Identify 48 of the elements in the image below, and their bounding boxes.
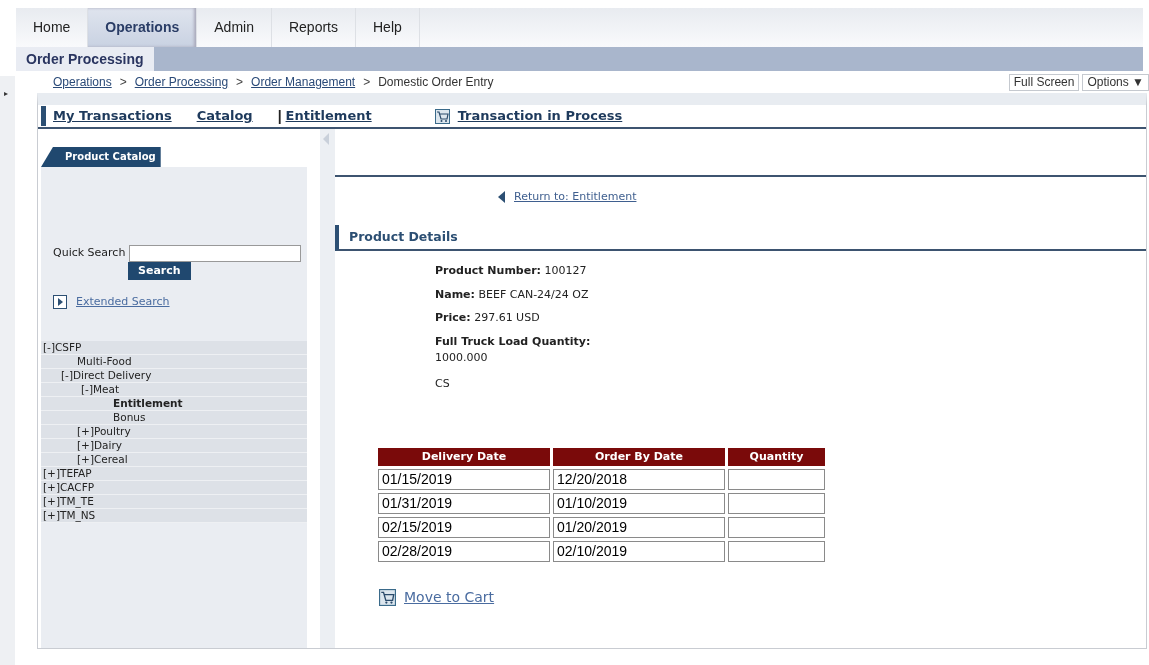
detail-text: Product Number: 100127	[435, 263, 588, 280]
quantity-field[interactable]	[728, 517, 825, 539]
date-field[interactable]: 02/15/2019	[378, 517, 550, 539]
search-button[interactable]: Search	[128, 262, 191, 280]
options-menu-button[interactable]: Options ▼	[1082, 73, 1149, 91]
return-link[interactable]: Return to: Entitlement	[514, 189, 637, 206]
column-header: Quantity	[728, 448, 825, 467]
quantity-field[interactable]	[728, 541, 825, 563]
cart-icon	[379, 589, 396, 607]
panel-tab[interactable]: Product Catalog	[41, 147, 161, 167]
nav-link[interactable]: Catalog	[196, 106, 253, 126]
back-arrow-icon[interactable]	[498, 191, 505, 204]
search-field[interactable]	[129, 245, 302, 262]
breadcrumb-text: Domestic Order Entry	[378, 74, 494, 91]
section-title: Product Details	[335, 224, 1146, 252]
breadcrumb-separator: >	[236, 74, 244, 91]
unit-text: CS	[435, 375, 451, 392]
cart-icon	[434, 108, 450, 124]
detail-text: Price: 297.61 USD	[435, 310, 541, 327]
detail-text: Name: BEEF CAN-24/24 OZ	[435, 286, 590, 303]
breadcrumb-link[interactable]: Operations	[53, 73, 112, 91]
move-to-cart-link[interactable]: Move to Cart	[404, 587, 495, 609]
quantity-field[interactable]	[728, 493, 825, 515]
date-field[interactable]: 01/15/2019	[378, 469, 550, 491]
sub-tab[interactable]: Order Processing	[16, 47, 154, 71]
quantity-field[interactable]	[728, 469, 825, 491]
separator-text: |	[277, 106, 282, 126]
field-label: Quick Search	[53, 245, 126, 262]
date-field[interactable]: 01/31/2019	[378, 493, 550, 515]
date-field[interactable]: 12/20/2018	[553, 469, 725, 491]
date-field[interactable]: 02/28/2019	[378, 541, 550, 563]
expand-arrow-icon[interactable]: ▸	[4, 90, 8, 98]
date-field[interactable]: 01/10/2019	[553, 493, 725, 515]
date-field[interactable]: 02/10/2019	[553, 541, 725, 563]
tree-item[interactable]: [-]CSFP	[41, 340, 307, 355]
date-field[interactable]: 01/20/2019	[553, 517, 725, 539]
nav-link[interactable]: Entitlement	[285, 106, 372, 126]
nav-link[interactable]: Transaction in Process	[457, 106, 623, 126]
column-header: Order By Date	[553, 448, 725, 467]
breadcrumb-separator: >	[363, 74, 371, 91]
detail-text: Full Truck Load Quantity: 1000.000	[435, 333, 592, 366]
column-header: Delivery Date	[378, 448, 550, 467]
full-screen-button[interactable]: Full Screen	[1008, 73, 1080, 91]
extended-search-link[interactable]: Extended Search	[76, 294, 170, 311]
nav-tab[interactable]: Operations	[88, 8, 198, 47]
breadcrumb-link[interactable]: Order Processing	[134, 73, 229, 91]
breadcrumb-link[interactable]: Order Management	[251, 73, 356, 91]
breadcrumb-separator: >	[119, 74, 127, 91]
